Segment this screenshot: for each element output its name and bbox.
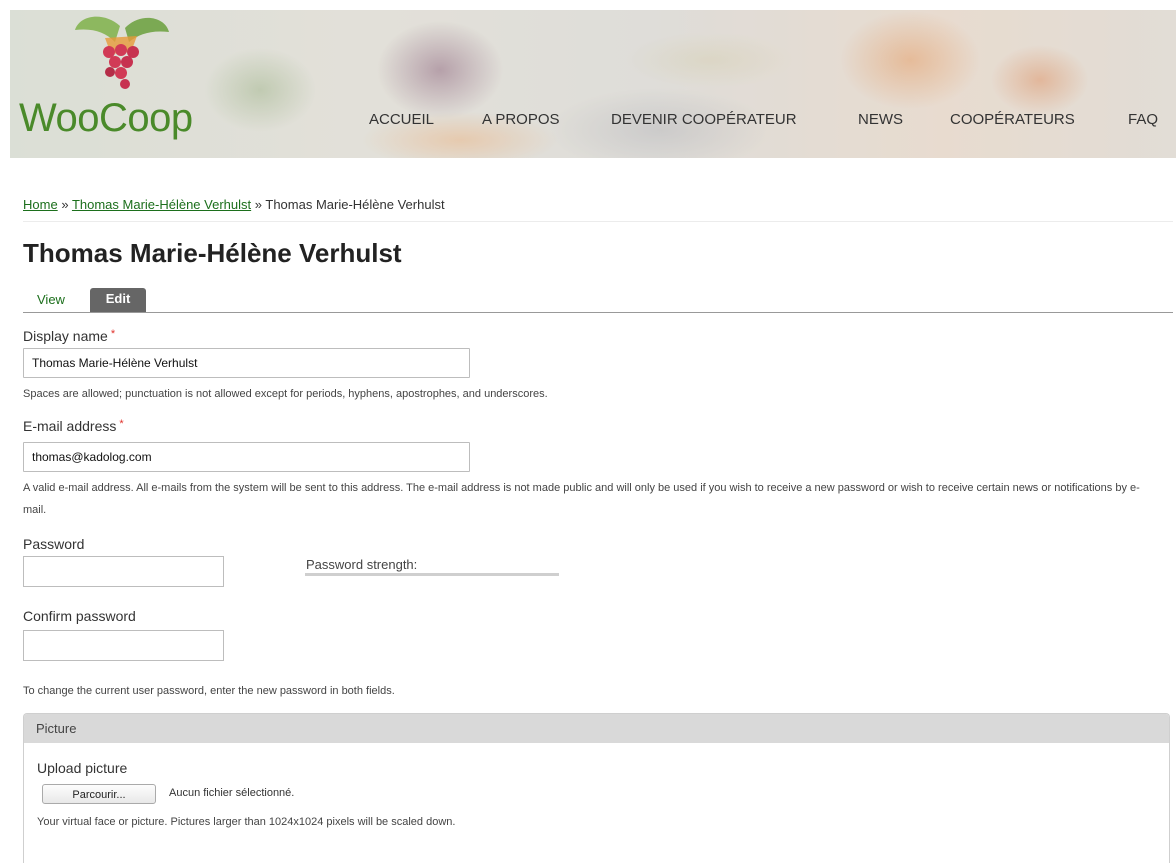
display-name-label: Display name * xyxy=(23,328,115,344)
tab-edit[interactable]: Edit xyxy=(90,288,146,312)
upload-picture-label: Upload picture xyxy=(37,760,128,776)
nav-cooperateurs[interactable]: COOPÉRATEURS xyxy=(950,111,1075,128)
display-name-label-text: Display name xyxy=(23,328,108,344)
required-marker: * xyxy=(110,328,116,340)
email-label-text: E-mail address xyxy=(23,418,117,434)
breadcrumb-separator: » xyxy=(61,197,69,212)
grape-leaf-logo-icon[interactable] xyxy=(65,10,175,98)
password-input[interactable] xyxy=(23,556,224,587)
picture-fieldset: Picture Upload picture Parcourir... Aucu… xyxy=(23,713,1170,863)
breadcrumb-current: Thomas Marie-Hélène Verhulst xyxy=(265,197,445,212)
file-status-text: Aucun fichier sélectionné. xyxy=(169,787,295,799)
tab-view[interactable]: View xyxy=(37,292,65,307)
confirm-password-label: Confirm password xyxy=(23,608,136,624)
main-navigation: ACCUEIL A PROPOS DEVENIR COOPÉRATEUR NEW… xyxy=(10,111,1176,133)
password-strength-meter xyxy=(305,573,559,576)
password-label: Password xyxy=(23,536,85,552)
breadcrumb-home-link[interactable]: Home xyxy=(23,197,58,212)
browse-file-button[interactable]: Parcourir... xyxy=(42,784,156,804)
password-description: To change the current user password, ent… xyxy=(23,685,395,697)
local-tabs: View Edit xyxy=(23,288,1173,313)
email-input[interactable] xyxy=(23,442,470,472)
picture-description: Your virtual face or picture. Pictures l… xyxy=(37,816,456,828)
confirm-password-input[interactable] xyxy=(23,630,224,661)
nav-accueil[interactable]: ACCUEIL xyxy=(369,111,434,128)
nav-news[interactable]: NEWS xyxy=(858,111,903,128)
site-header-banner: WooCoop ACCUEIL A PROPOS DEVENIR COOPÉRA… xyxy=(10,10,1176,158)
nav-devenir-cooperateur[interactable]: DEVENIR COOPÉRATEUR xyxy=(611,111,797,128)
email-label: E-mail address * xyxy=(23,418,124,434)
display-name-description: Spaces are allowed; punctuation is not a… xyxy=(23,388,548,400)
display-name-input[interactable] xyxy=(23,348,470,378)
required-marker: * xyxy=(119,418,124,430)
picture-fieldset-legend[interactable]: Picture xyxy=(24,714,1169,743)
nav-faq[interactable]: FAQ xyxy=(1128,111,1158,128)
breadcrumb-separator: » xyxy=(254,197,262,212)
email-description: A valid e-mail address. All e-mails from… xyxy=(23,482,1140,516)
password-strength-label: Password strength: xyxy=(306,557,418,572)
page-title: Thomas Marie-Hélène Verhulst xyxy=(23,238,402,268)
breadcrumb-divider xyxy=(23,221,1173,222)
breadcrumb: Home » Thomas Marie-Hélène Verhulst » Th… xyxy=(23,197,445,212)
nav-a-propos[interactable]: A PROPOS xyxy=(482,111,560,128)
breadcrumb-user-link[interactable]: Thomas Marie-Hélène Verhulst xyxy=(72,197,251,212)
